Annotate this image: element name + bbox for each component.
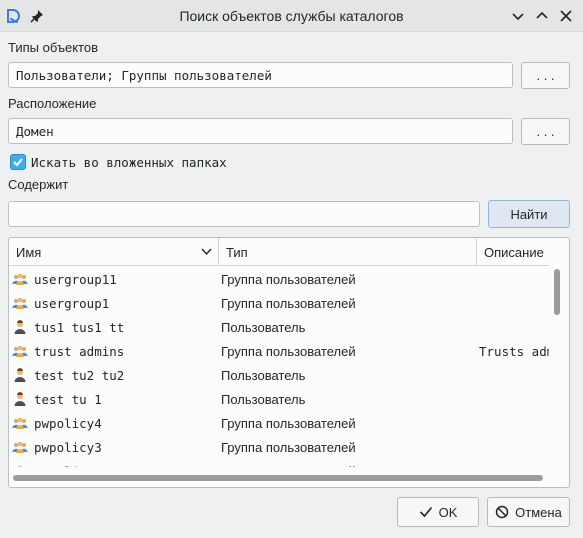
cell-name: tus1 tus1 tt: [12, 315, 217, 339]
column-header-description[interactable]: Описание: [477, 238, 549, 266]
results-table[interactable]: Имя Тип Описание usergroup11 Группа польз…: [8, 237, 570, 488]
column-header-name[interactable]: Имя: [9, 238, 219, 266]
user-group-icon: [12, 463, 28, 467]
cancel-label: Отмена: [515, 504, 562, 520]
cell-description: [479, 363, 549, 387]
subfolders-checkbox[interactable]: [10, 154, 26, 170]
contains-input[interactable]: [8, 201, 480, 227]
horizontal-scrollbar[interactable]: [13, 472, 549, 482]
cell-description: [479, 459, 549, 467]
close-icon[interactable]: [557, 7, 575, 25]
cell-description: [479, 291, 549, 315]
location-label: Расположение: [8, 96, 97, 111]
user-group-icon: [12, 343, 28, 359]
cell-name: test tu 1: [12, 387, 217, 411]
ok-label: OK: [438, 504, 458, 520]
checkmark-icon: [13, 158, 23, 167]
table-row[interactable]: test tu 1 Пользователь: [9, 387, 549, 411]
maximize-chevron-icon[interactable]: [533, 7, 551, 25]
user-group-icon: [12, 439, 28, 455]
cell-type: Группа пользователей: [221, 343, 356, 359]
cell-type: Группа пользователей: [221, 415, 356, 431]
user-icon: [12, 391, 28, 407]
user-icon: [12, 319, 28, 335]
user-icon: [12, 367, 28, 383]
cancel-icon: [495, 505, 509, 519]
cell-name: pwpolicy1: [12, 459, 217, 467]
cell-type: Пользователь: [221, 391, 306, 407]
cancel-button[interactable]: Отмена: [487, 497, 570, 527]
cell-description: [479, 435, 549, 459]
table-header: Имя Тип Описание: [9, 238, 549, 266]
cell-name: pwpolicy3: [12, 435, 217, 459]
location-field[interactable]: Домен: [8, 118, 513, 144]
cell-type: Пользователь: [221, 319, 306, 335]
location-value: Домен: [16, 123, 54, 139]
cell-description: [479, 315, 549, 339]
cell-name: pwpolicy4: [12, 411, 217, 435]
cell-type: Группа пользователей: [221, 295, 356, 311]
cell-description: Trusts adm: [479, 343, 549, 359]
table-row[interactable]: test tu2 tu2 Пользователь: [9, 363, 549, 387]
table-row[interactable]: usergroup1 Группа пользователей: [9, 291, 549, 315]
column-header-type[interactable]: Тип: [219, 238, 477, 266]
title-bar[interactable]: Поиск объектов службы каталогов: [0, 0, 583, 32]
vertical-scrollbar-thumb[interactable]: [554, 269, 560, 315]
table-row[interactable]: usergroup11 Группа пользователей: [9, 267, 549, 291]
check-icon: [419, 506, 432, 518]
table-row[interactable]: trust admins Группа пользователей Trusts a…: [9, 339, 549, 363]
table-row[interactable]: tus1 tus1 tt Пользователь: [9, 315, 549, 339]
cell-type: Пользователь: [221, 367, 306, 383]
cell-description: [479, 267, 549, 291]
contains-label: Содержит: [8, 177, 69, 192]
table-row[interactable]: pwpolicy1 Группа пользователей: [9, 459, 549, 467]
object-types-field[interactable]: Пользователи; Группы пользователей: [8, 62, 513, 88]
sort-chevron-down-icon: [201, 248, 212, 256]
cell-type: Группа пользователей: [221, 459, 476, 468]
table-body: usergroup11 Группа пользователей usergroup…: [9, 267, 549, 467]
user-group-icon: [12, 295, 28, 311]
find-button[interactable]: Найти: [488, 200, 570, 228]
table-row[interactable]: pwpolicy3 Группа пользователей: [9, 435, 549, 459]
cell-name: usergroup1: [12, 291, 217, 315]
vertical-scrollbar[interactable]: [552, 267, 562, 467]
cell-type: Группа пользователей: [221, 271, 356, 287]
user-group-icon: [12, 415, 28, 431]
subfolders-label[interactable]: Искать во вложенных папках: [31, 155, 227, 170]
minimize-chevron-icon[interactable]: [509, 7, 527, 25]
cell-name: test tu2 tu2: [12, 363, 217, 387]
ok-button[interactable]: OK: [397, 497, 479, 527]
location-browse-button[interactable]: . . .: [521, 118, 570, 145]
table-row[interactable]: pwpolicy4 Группа пользователей: [9, 411, 549, 435]
cell-description: [479, 387, 549, 411]
cell-name: trust admins: [12, 339, 217, 363]
window-title: Поиск объектов службы каталогов: [179, 8, 404, 24]
object-types-value: Пользователи; Группы пользователей: [16, 67, 272, 83]
cell-type: Группа пользователей: [221, 439, 356, 455]
user-group-icon: [12, 271, 28, 287]
horizontal-scrollbar-thumb[interactable]: [13, 475, 543, 481]
cell-name: usergroup11: [12, 267, 217, 291]
object-types-label: Типы объектов: [8, 40, 99, 55]
cell-description: [479, 411, 549, 435]
object-types-browse-button[interactable]: . . .: [521, 62, 570, 89]
